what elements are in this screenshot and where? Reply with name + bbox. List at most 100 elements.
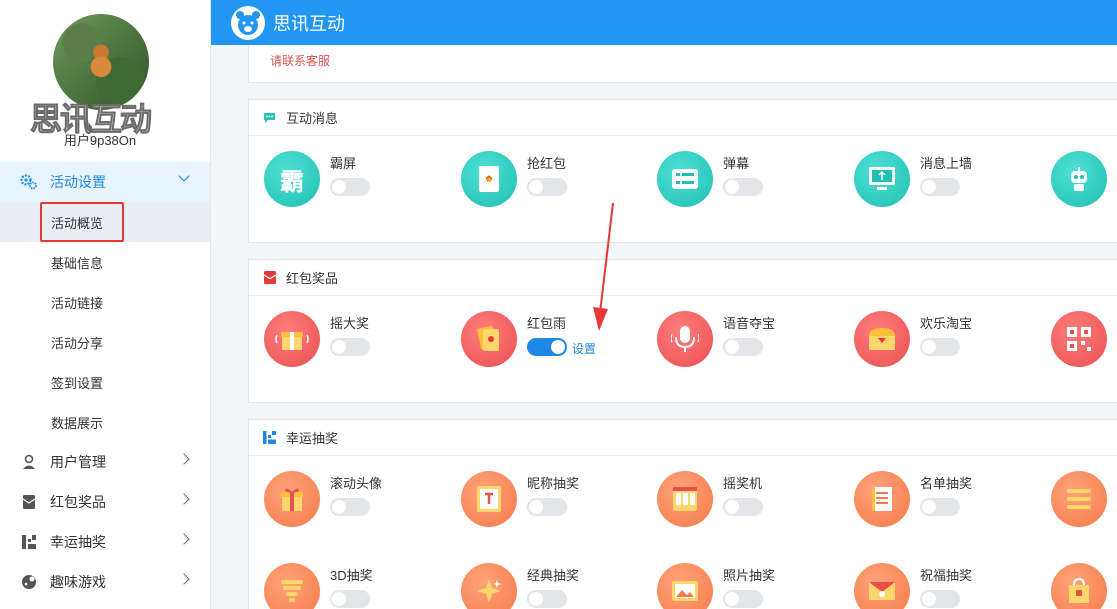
sidebar-item-user-management[interactable]: 用户管理: [0, 442, 210, 482]
3d-cone-icon[interactable]: [264, 563, 320, 609]
sidebar-item-label: 用户管理: [50, 454, 106, 470]
red-packet-icon: [20, 493, 38, 511]
feature-toggle[interactable]: [723, 338, 763, 356]
lottery-icon: [263, 431, 276, 444]
section-title: 红包奖品: [286, 271, 339, 286]
sidebar-subitem-label: 签到设置: [51, 375, 104, 391]
robot-icon[interactable]: [1051, 151, 1107, 207]
feature-label: 3D抽奖: [330, 568, 373, 583]
section-lucky-draw: 幸运抽奖 滚动头像 昵称抽奖 摇奖机 名单抽奖 3D抽奖 经典抽奖 照片抽奖 祝…: [248, 419, 1117, 609]
feature-toggle[interactable]: [527, 338, 567, 356]
game-icon: [20, 573, 38, 591]
lottery-icon: [20, 533, 38, 551]
red-envelope-icon[interactable]: [461, 151, 517, 207]
shake-gift-icon[interactable]: [264, 311, 320, 367]
feature-label: 摇奖机: [723, 476, 763, 491]
sidebar-subitem-data[interactable]: 数据展示: [0, 402, 210, 442]
feature-label: 欢乐淘宝: [920, 316, 973, 331]
section-title: 幸运抽奖: [286, 431, 339, 446]
setting-link[interactable]: 设置: [572, 340, 596, 357]
app-header: 思讯互动: [211, 0, 1117, 45]
feature-photo-draw: 照片抽奖: [657, 563, 837, 609]
sidebar-item-lottery[interactable]: 幸运抽奖: [0, 522, 210, 562]
feature-robot: [1051, 151, 1117, 211]
gift-bag-icon[interactable]: [1051, 563, 1107, 609]
sidebar-item-activity-settings[interactable]: 活动设置: [0, 162, 210, 202]
list-icon[interactable]: [854, 471, 910, 527]
sidebar-subitem-links[interactable]: 活动链接: [0, 282, 210, 322]
microphone-icon[interactable]: [657, 311, 713, 367]
feature-toggle[interactable]: [330, 498, 370, 516]
feature-label: 弹幕: [723, 156, 750, 171]
sidebar-menu: 活动设置 活动概览 基础信息 活动链接 活动分享 签到设置 数据展示 用户管理 …: [0, 162, 210, 602]
feature-qr-code: [1051, 311, 1117, 371]
nickname-card-icon[interactable]: [461, 471, 517, 527]
gear-icon: [20, 173, 38, 191]
photo-icon[interactable]: [657, 563, 713, 609]
feature-toggle[interactable]: [723, 498, 763, 516]
feature-label: 摇大奖: [330, 316, 370, 331]
feature-toggle[interactable]: [330, 338, 370, 356]
feature-menu-list: [1051, 471, 1117, 531]
feature-rolling-avatar: 滚动头像: [264, 471, 444, 531]
feature-shake-prize: 摇大奖: [264, 311, 444, 371]
sidebar-subitem-label: 活动链接: [51, 295, 104, 311]
section-interactive-messages: 互动消息 霸 霸屏 抢红包 弹幕 消息上墙: [248, 99, 1117, 243]
feature-label: 昵称抽奖: [527, 476, 580, 491]
feature-toggle[interactable]: [723, 178, 763, 196]
menu-list-icon[interactable]: [1051, 471, 1107, 527]
sparkle-icon[interactable]: [461, 563, 517, 609]
feature-label: 霸屏: [330, 156, 357, 171]
sidebar: 思讯互动 用户9p38On 活动设置 活动概览 基础信息 活动链接 活动分享 签…: [0, 0, 211, 609]
sidebar-subitem-share[interactable]: 活动分享: [0, 322, 210, 362]
slot-machine-icon[interactable]: [657, 471, 713, 527]
feature-bullet-comment: 弹幕: [657, 151, 837, 211]
section-title: 互动消息: [286, 111, 339, 126]
red-packet-rain-icon[interactable]: [461, 311, 517, 367]
bear-logo-icon: [231, 5, 265, 40]
feature-nickname-draw: 昵称抽奖: [461, 471, 641, 531]
feature-toggle[interactable]: [527, 178, 567, 196]
feature-toggle[interactable]: [723, 590, 763, 608]
feature-toggle[interactable]: [920, 498, 960, 516]
section-red-packet-prizes: 红包奖品 摇大奖 红包雨 设置 语音夺宝 欢乐淘宝: [248, 259, 1117, 403]
user-icon: [20, 453, 38, 471]
feature-ba-screen: 霸 霸屏: [264, 151, 444, 211]
feature-happy-treasure: 欢乐淘宝: [854, 311, 1034, 371]
chevron-right-icon: [178, 573, 190, 585]
feature-toggle[interactable]: [330, 178, 370, 196]
contact-notice[interactable]: 请联系客服: [270, 52, 330, 69]
sidebar-item-label: 活动设置: [50, 174, 106, 190]
chevron-right-icon: [178, 533, 190, 545]
sidebar-item-red-packet[interactable]: 红包奖品: [0, 482, 210, 522]
feature-label: 名单抽奖: [920, 476, 973, 491]
feature-label: 经典抽奖: [527, 568, 580, 583]
sidebar-subitem-basic-info[interactable]: 基础信息: [0, 242, 210, 282]
feature-toggle[interactable]: [330, 590, 370, 608]
profile: 思讯互动 用户9p38On: [0, 0, 210, 162]
section-header: 互动消息: [249, 100, 1117, 136]
feature-label: 抢红包: [527, 156, 567, 171]
ba-screen-icon[interactable]: 霸: [264, 151, 320, 207]
monitor-upload-icon[interactable]: [854, 151, 910, 207]
sidebar-subitem-checkin[interactable]: 签到设置: [0, 362, 210, 402]
treasure-chest-icon[interactable]: [854, 311, 910, 367]
annotation-arrow: [593, 202, 614, 331]
envelope-icon[interactable]: [854, 563, 910, 609]
feature-toggle[interactable]: [920, 338, 960, 356]
feature-blessing-draw: 祝福抽奖: [854, 563, 1034, 609]
gift-box-icon[interactable]: [264, 471, 320, 527]
sidebar-subitem-label: 活动分享: [51, 335, 104, 351]
bullet-comment-icon[interactable]: [657, 151, 713, 207]
feature-toggle[interactable]: [527, 498, 567, 516]
sidebar-subitem-overview[interactable]: 活动概览: [0, 202, 210, 242]
sidebar-item-games[interactable]: 趣味游戏: [0, 562, 210, 602]
feature-toggle[interactable]: [527, 590, 567, 608]
feature-classic-draw: 经典抽奖: [461, 563, 641, 609]
feature-toggle[interactable]: [920, 590, 960, 608]
qr-code-icon[interactable]: [1051, 311, 1107, 367]
feature-label: 滚动头像: [330, 476, 383, 491]
feature-toggle[interactable]: [920, 178, 960, 196]
feature-list-draw: 名单抽奖: [854, 471, 1034, 531]
sidebar-subitem-label: 数据展示: [51, 415, 104, 431]
